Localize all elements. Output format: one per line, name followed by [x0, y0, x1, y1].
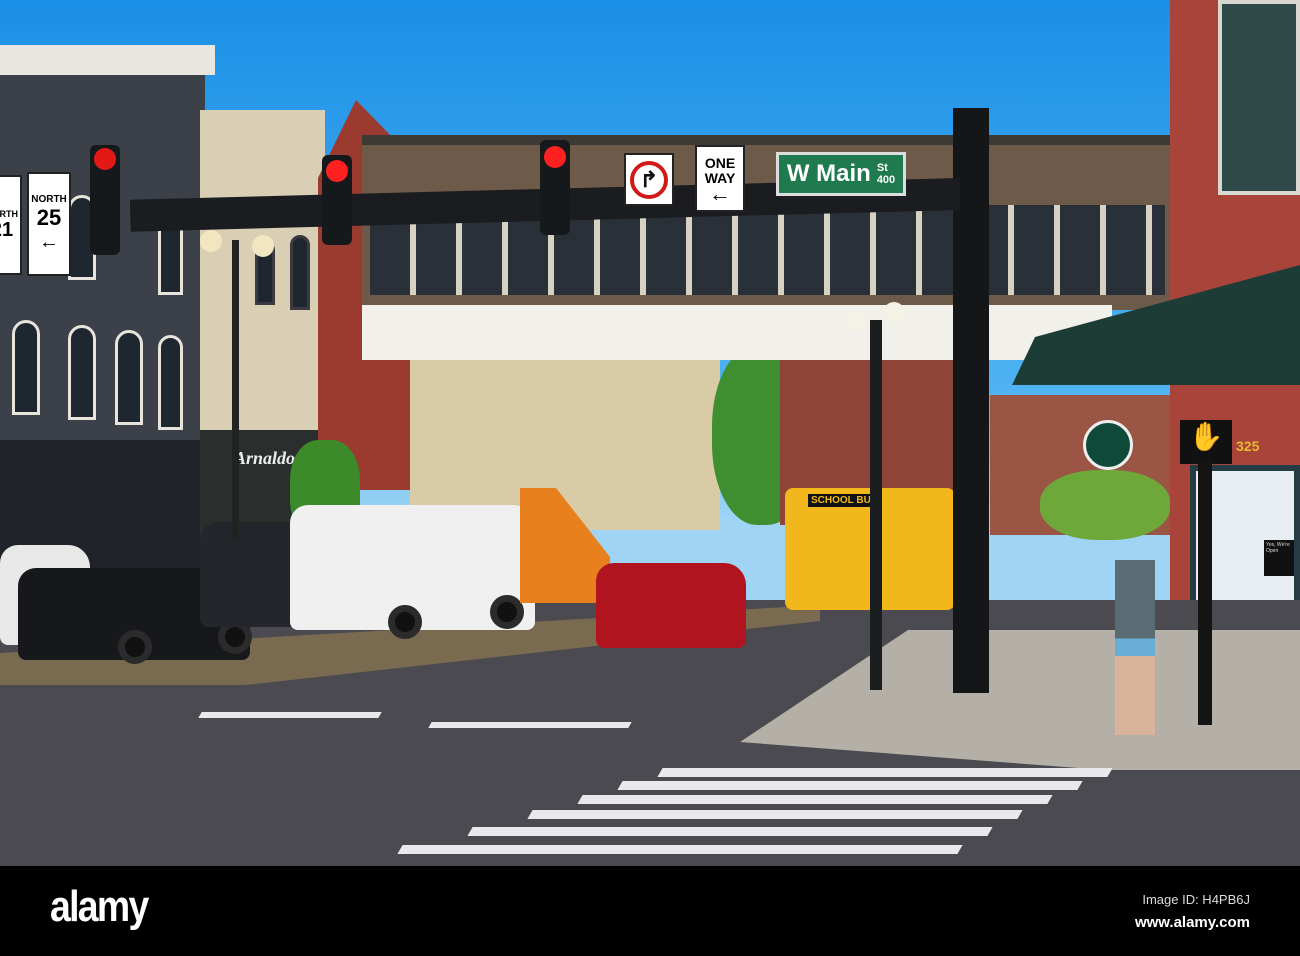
lamp-globe — [883, 302, 905, 324]
left-arrow-icon: ← — [39, 231, 59, 253]
building-cornice — [0, 45, 215, 75]
crosswalk-stripe — [577, 795, 1053, 804]
red-signal-icon — [326, 160, 348, 182]
alamy-logo: alamy — [50, 882, 149, 931]
tree-right — [1040, 470, 1170, 540]
lamp-post-left — [232, 240, 239, 540]
wheel — [388, 605, 422, 639]
upper-window — [1218, 0, 1300, 195]
route-number: 21 — [0, 218, 14, 241]
crosswalk-stripe — [428, 722, 632, 728]
window — [158, 335, 183, 430]
street-suffix: St — [876, 162, 888, 174]
wheel — [118, 630, 152, 664]
route-direction: NORTH — [0, 208, 18, 219]
image-id: Image ID: H4PB6J — [1142, 892, 1250, 907]
street-suffix-block: St 400 — [877, 162, 895, 186]
window — [115, 330, 143, 425]
crosswalk-stripe — [527, 810, 1023, 819]
crosswalk-stripe — [467, 827, 993, 836]
red-sedan — [596, 563, 746, 648]
door-notice: Yes, We're Open — [1264, 540, 1294, 576]
lamp-globe — [252, 235, 274, 257]
crosswalk-stripe — [397, 845, 963, 854]
street-name-sign: W Main St 400 — [776, 152, 906, 196]
route-direction: NORTH — [31, 194, 67, 205]
red-signal-icon — [94, 148, 116, 170]
window — [68, 325, 96, 420]
route-25-sign: NORTH 25 ← — [27, 172, 71, 276]
store-sign: Arnaldo — [234, 448, 296, 468]
ped-signal-pole — [1198, 460, 1212, 725]
wheel — [490, 595, 524, 629]
one-way-text: ONE — [704, 155, 736, 171]
lamp-post — [870, 320, 882, 690]
left-arrow-icon: ← — [709, 181, 731, 206]
route-21-sign: NORTH 21 — [0, 175, 22, 275]
pedestrian — [1115, 560, 1155, 735]
no-right-turn-icon: ↱ — [630, 160, 668, 199]
lamp-globe — [845, 310, 867, 332]
crosswalk-stripe — [657, 768, 1113, 777]
crosswalk-stripe — [617, 781, 1083, 790]
starbucks-logo — [1083, 420, 1133, 470]
window — [12, 320, 40, 415]
no-right-turn-sign: ↱ — [624, 153, 674, 206]
red-signal-icon — [544, 146, 566, 168]
building-number: 325 — [1236, 438, 1260, 454]
street-name: W Main — [786, 160, 871, 187]
one-way-sign: ONE WAY ← — [695, 145, 745, 212]
website: www.alamy.com — [1134, 914, 1250, 931]
street-photo: Arnaldo Yes, We're Open ✋ 325 SCHOOL BUS — [0, 0, 1300, 866]
pedestrian-signal: ✋ — [1180, 420, 1232, 464]
window — [290, 235, 310, 310]
block-number: 400 — [876, 174, 896, 186]
route-number: 25 — [36, 205, 62, 230]
lamp-globe — [200, 230, 222, 252]
watermark-bar: alamy Image ID: H4PB6J www.alamy.com — [0, 866, 1300, 956]
skywalk-base — [362, 305, 1112, 360]
crosswalk-stripe — [198, 712, 382, 718]
